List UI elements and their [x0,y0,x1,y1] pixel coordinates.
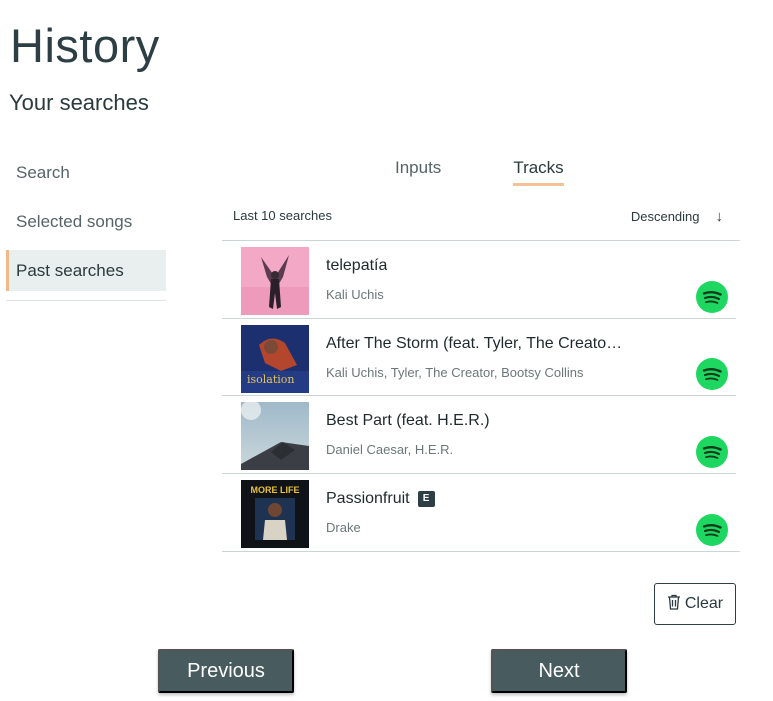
tab-tracks[interactable]: Tracks [513,158,564,186]
explicit-badge: E [417,490,435,507]
clear-button-label: Clear [684,595,724,612]
album-cover-image [241,402,309,470]
page-title: History [10,19,160,72]
track-title: After The Storm (feat. Tyler, The Creato… [326,334,623,352]
clear-button[interactable]: Clear [654,583,736,625]
spotify-icon[interactable] [696,280,728,313]
sidebar: Search Selected songs Past searches [6,152,166,299]
album-cover-image [241,247,309,315]
sidebar-item-label: Search [16,162,70,182]
spotify-icon[interactable] [696,435,728,468]
track-row[interactable]: telepatía Kali Uchis [222,241,736,319]
sidebar-item-selected-songs[interactable]: Selected songs [6,201,166,242]
album-cover-image: MORE LIFE [241,479,309,548]
sidebar-item-label: Selected songs [16,211,133,231]
track-artist: Kali Uchis [326,287,384,302]
track-list: telepatía Kali Uchis isolation After The… [222,240,740,552]
track-row[interactable]: MORE LIFE Passionfruit E Drake [222,474,736,552]
track-title: telepatía [326,257,388,274]
track-title: Best Part (feat. H.E.R.) [326,412,490,429]
svg-text:isolation: isolation [247,373,295,386]
track-row[interactable]: isolation After The Storm (feat. Tyler, … [222,319,736,396]
spotify-icon[interactable] [696,358,728,390]
page-subtitle: Your searches [9,90,149,115]
spotify-icon[interactable] [696,514,728,546]
previous-button[interactable]: Previous [158,649,294,693]
tab-bar: Inputs Tracks [395,158,564,186]
sort-control[interactable]: Descending ↓ [631,208,723,225]
sidebar-item-search[interactable]: Search [6,152,166,193]
track-artist: Daniel Caesar, H.E.R. [326,442,454,457]
svg-text:MORE LIFE: MORE LIFE [251,485,300,495]
arrow-down-icon: ↓ [715,208,724,225]
track-row[interactable]: Best Part (feat. H.E.R.) Daniel Caesar, … [222,396,736,474]
list-header: Last 10 searches Descending ↓ [233,208,723,225]
next-button[interactable]: Next [491,649,627,693]
album-cover-image: isolation [241,324,309,393]
sidebar-divider [6,300,166,301]
track-title: Passionfruit E [326,490,435,508]
sidebar-item-label: Past searches [16,260,124,280]
track-artist: Drake [326,519,361,535]
list-header-label: Last 10 searches [233,208,333,223]
track-artist: Kali Uchis, Tyler, The Creator, Bootsy C… [326,364,584,380]
trash-icon [667,594,681,615]
tab-inputs[interactable]: Inputs [395,158,441,186]
sort-label: Descending [630,209,700,224]
sidebar-item-past-searches[interactable]: Past searches [6,250,166,291]
